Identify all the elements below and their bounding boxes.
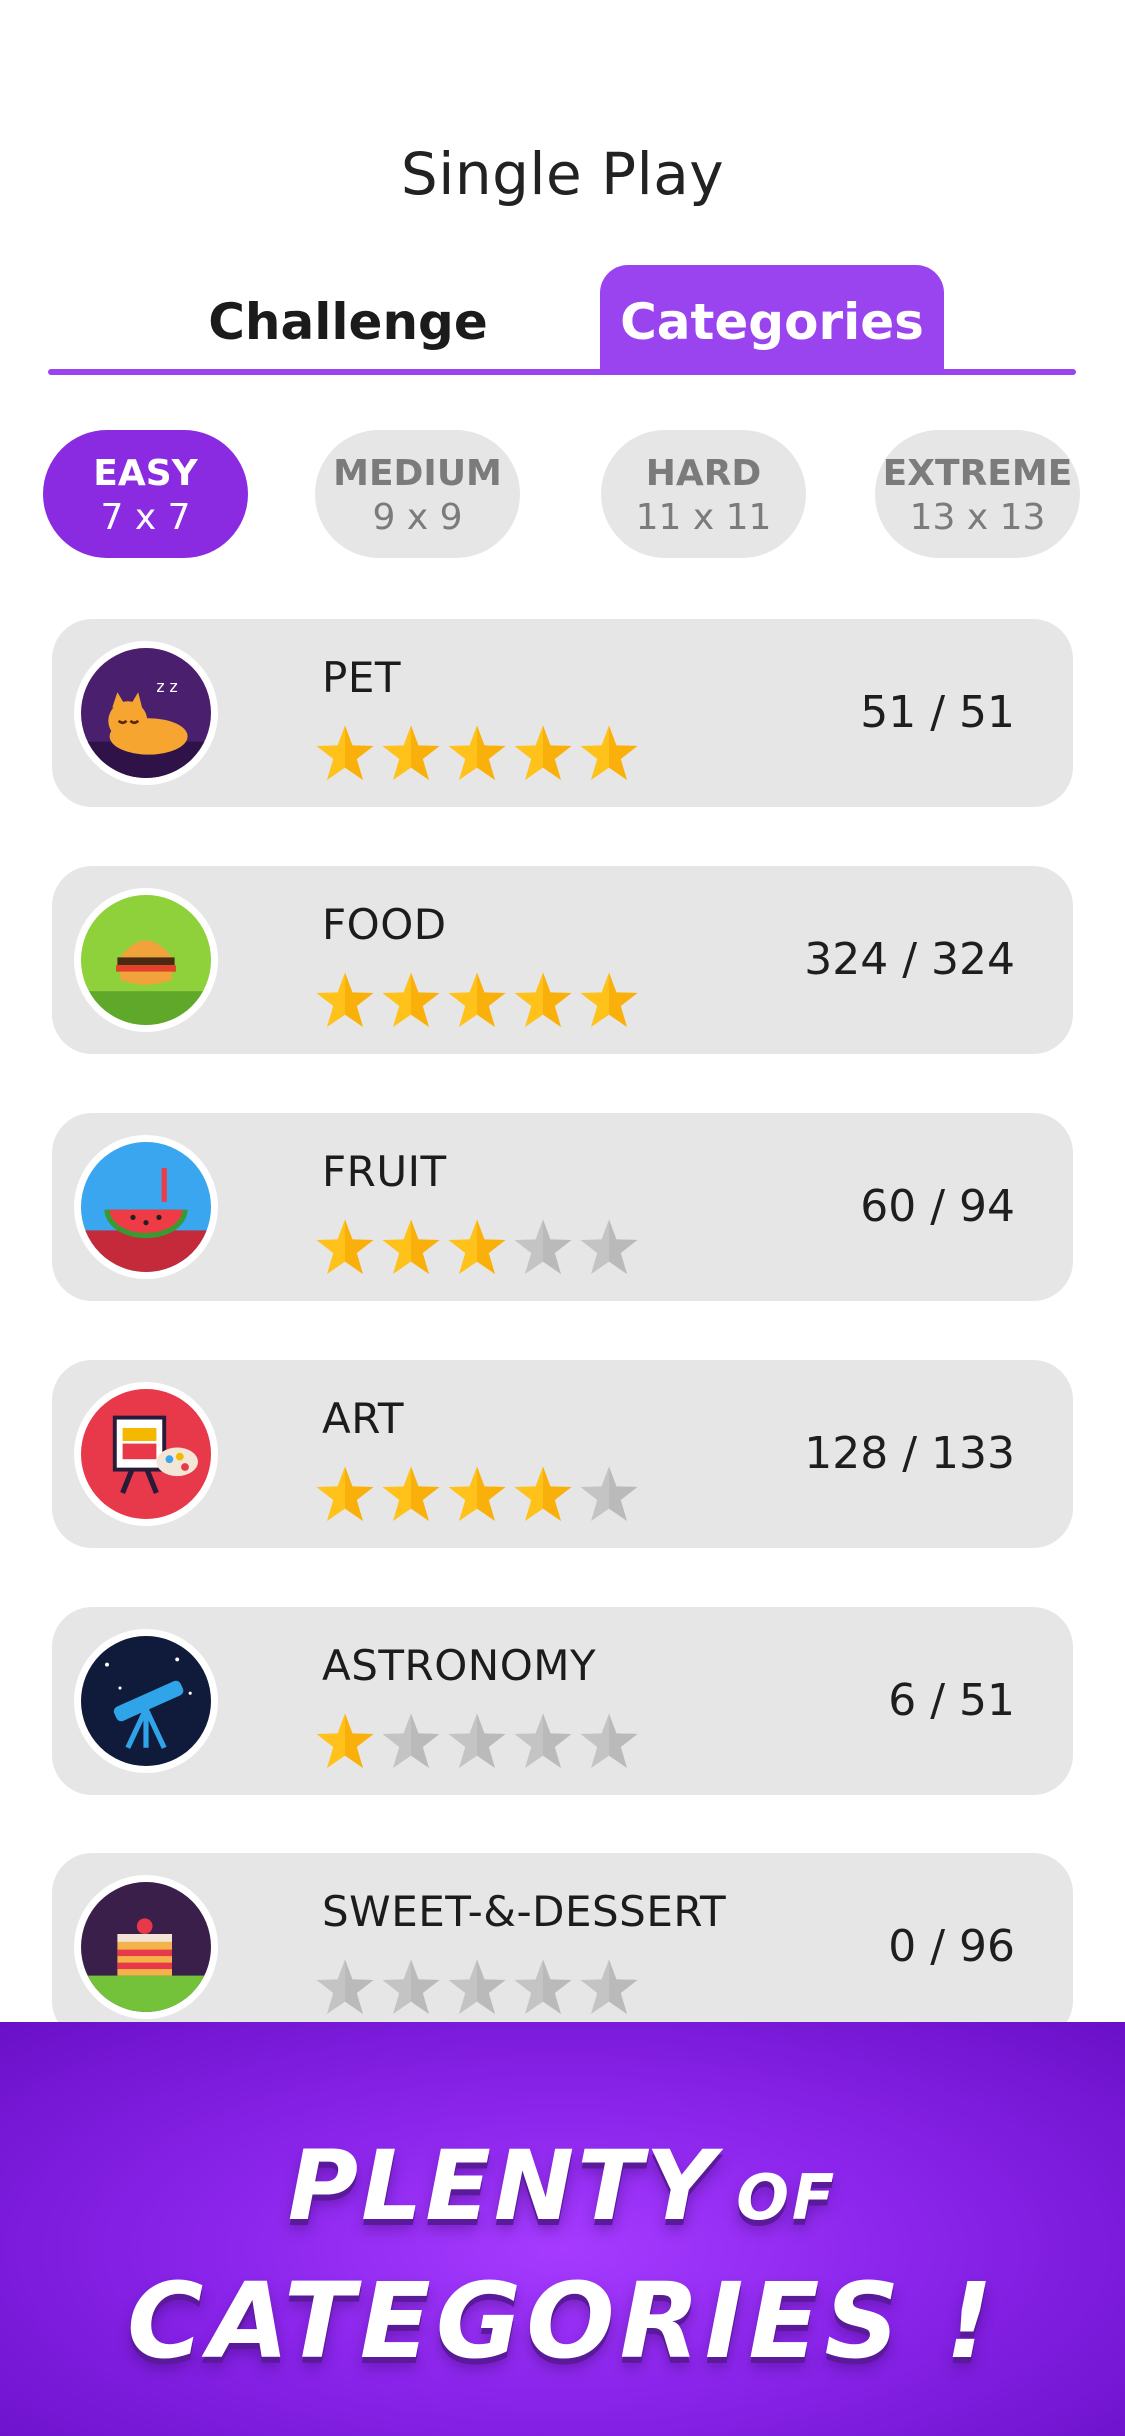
tab-challenge[interactable]: Challenge	[68, 265, 628, 371]
page-title: Single Play	[400, 140, 725, 208]
star-filled-icon	[446, 1464, 508, 1526]
category-card-sweet-and-dessert[interactable]: SWEET-&-DESSERT 0 / 96	[52, 1853, 1073, 2041]
star-filled-icon	[314, 1464, 376, 1526]
difficulty-medium-button[interactable]: MEDIUM 9 x 9	[315, 430, 520, 558]
star-empty-icon	[578, 1217, 640, 1279]
sleeping-cat-icon: z z	[74, 641, 218, 785]
star-filled-icon	[446, 1217, 508, 1279]
progress-count: 0 / 96	[888, 1921, 1015, 1972]
star-rating	[314, 1217, 644, 1277]
category-name: ART	[322, 1394, 405, 1443]
star-filled-icon	[446, 970, 508, 1032]
star-filled-icon	[512, 723, 574, 785]
star-empty-icon	[512, 1711, 574, 1773]
tab-categories[interactable]: Categories	[600, 265, 944, 371]
category-card-food[interactable]: FOOD 324 / 324	[52, 866, 1073, 1054]
banner-headline-line1: PLENTY OF	[0, 2130, 1125, 2242]
star-empty-icon	[578, 1711, 640, 1773]
category-card-art[interactable]: ART 128 / 133	[52, 1360, 1073, 1548]
mode-tabs: Challenge Categories	[48, 265, 1076, 375]
grid-size-label: 9 x 9	[372, 497, 463, 538]
star-rating	[314, 1711, 644, 1771]
progress-count: 60 / 94	[860, 1181, 1015, 1232]
progress-count: 6 / 51	[888, 1675, 1015, 1726]
category-card-fruit[interactable]: FRUIT 60 / 94	[52, 1113, 1073, 1301]
progress-count: 324 / 324	[804, 934, 1015, 985]
progress-count: 128 / 133	[804, 1428, 1015, 1479]
star-rating	[314, 970, 644, 1030]
banner-headline-line2: CATEGORIES !	[127, 2260, 998, 2382]
category-name: FRUIT	[322, 1147, 447, 1196]
star-empty-icon	[380, 1711, 442, 1773]
star-rating	[314, 1464, 644, 1524]
star-empty-icon	[314, 1957, 376, 2019]
category-name: PET	[322, 653, 402, 702]
star-filled-icon	[314, 1217, 376, 1279]
star-filled-icon	[380, 1217, 442, 1279]
star-empty-icon	[446, 1711, 508, 1773]
progress-count: 51 / 51	[860, 687, 1015, 738]
telescope-icon	[74, 1629, 218, 1773]
difficulty-label: HARD	[645, 453, 762, 494]
difficulty-hard-button[interactable]: HARD 11 x 11	[601, 430, 806, 558]
star-filled-icon	[578, 723, 640, 785]
promo-banner: PLENTY OF CATEGORIES !	[0, 2022, 1125, 2436]
cake-icon	[74, 1875, 218, 2019]
star-empty-icon	[578, 1464, 640, 1526]
category-card-astronomy[interactable]: ASTRONOMY 6 / 51	[52, 1607, 1073, 1795]
star-empty-icon	[446, 1957, 508, 2019]
star-filled-icon	[314, 970, 376, 1032]
star-filled-icon	[314, 723, 376, 785]
star-filled-icon	[314, 1711, 376, 1773]
star-filled-icon	[512, 970, 574, 1032]
star-rating	[314, 1957, 644, 2017]
difficulty-label: MEDIUM	[333, 453, 502, 494]
star-filled-icon	[380, 1464, 442, 1526]
category-name: FOOD	[322, 900, 447, 949]
star-empty-icon	[578, 1957, 640, 2019]
category-name: SWEET-&-DESSERT	[322, 1887, 727, 1936]
difficulty-label: EASY	[93, 453, 198, 494]
banner-word-of: OF	[736, 2161, 838, 2234]
star-filled-icon	[380, 723, 442, 785]
star-empty-icon	[512, 1957, 574, 2019]
category-card-pet[interactable]: z z PET 51 / 51	[52, 619, 1073, 807]
star-rating	[314, 723, 644, 783]
difficulty-extreme-button[interactable]: EXTREME 13 x 13	[875, 430, 1080, 558]
star-filled-icon	[380, 970, 442, 1032]
svg-text:z z: z z	[156, 678, 177, 696]
tab-underline	[48, 369, 1076, 375]
grid-size-label: 7 x 7	[100, 497, 191, 538]
difficulty-label: EXTREME	[882, 453, 1073, 494]
watermelon-icon	[74, 1135, 218, 1279]
star-filled-icon	[446, 723, 508, 785]
star-filled-icon	[512, 1464, 574, 1526]
difficulty-easy-button[interactable]: EASY 7 x 7	[43, 430, 248, 558]
banner-word-plenty: PLENTY	[287, 2130, 719, 2242]
burger-icon	[74, 888, 218, 1032]
star-empty-icon	[380, 1957, 442, 2019]
grid-size-label: 11 x 11	[635, 497, 772, 538]
star-filled-icon	[578, 970, 640, 1032]
star-empty-icon	[512, 1217, 574, 1279]
grid-size-label: 13 x 13	[909, 497, 1046, 538]
category-name: ASTRONOMY	[322, 1641, 597, 1690]
easel-palette-icon	[74, 1382, 218, 1526]
